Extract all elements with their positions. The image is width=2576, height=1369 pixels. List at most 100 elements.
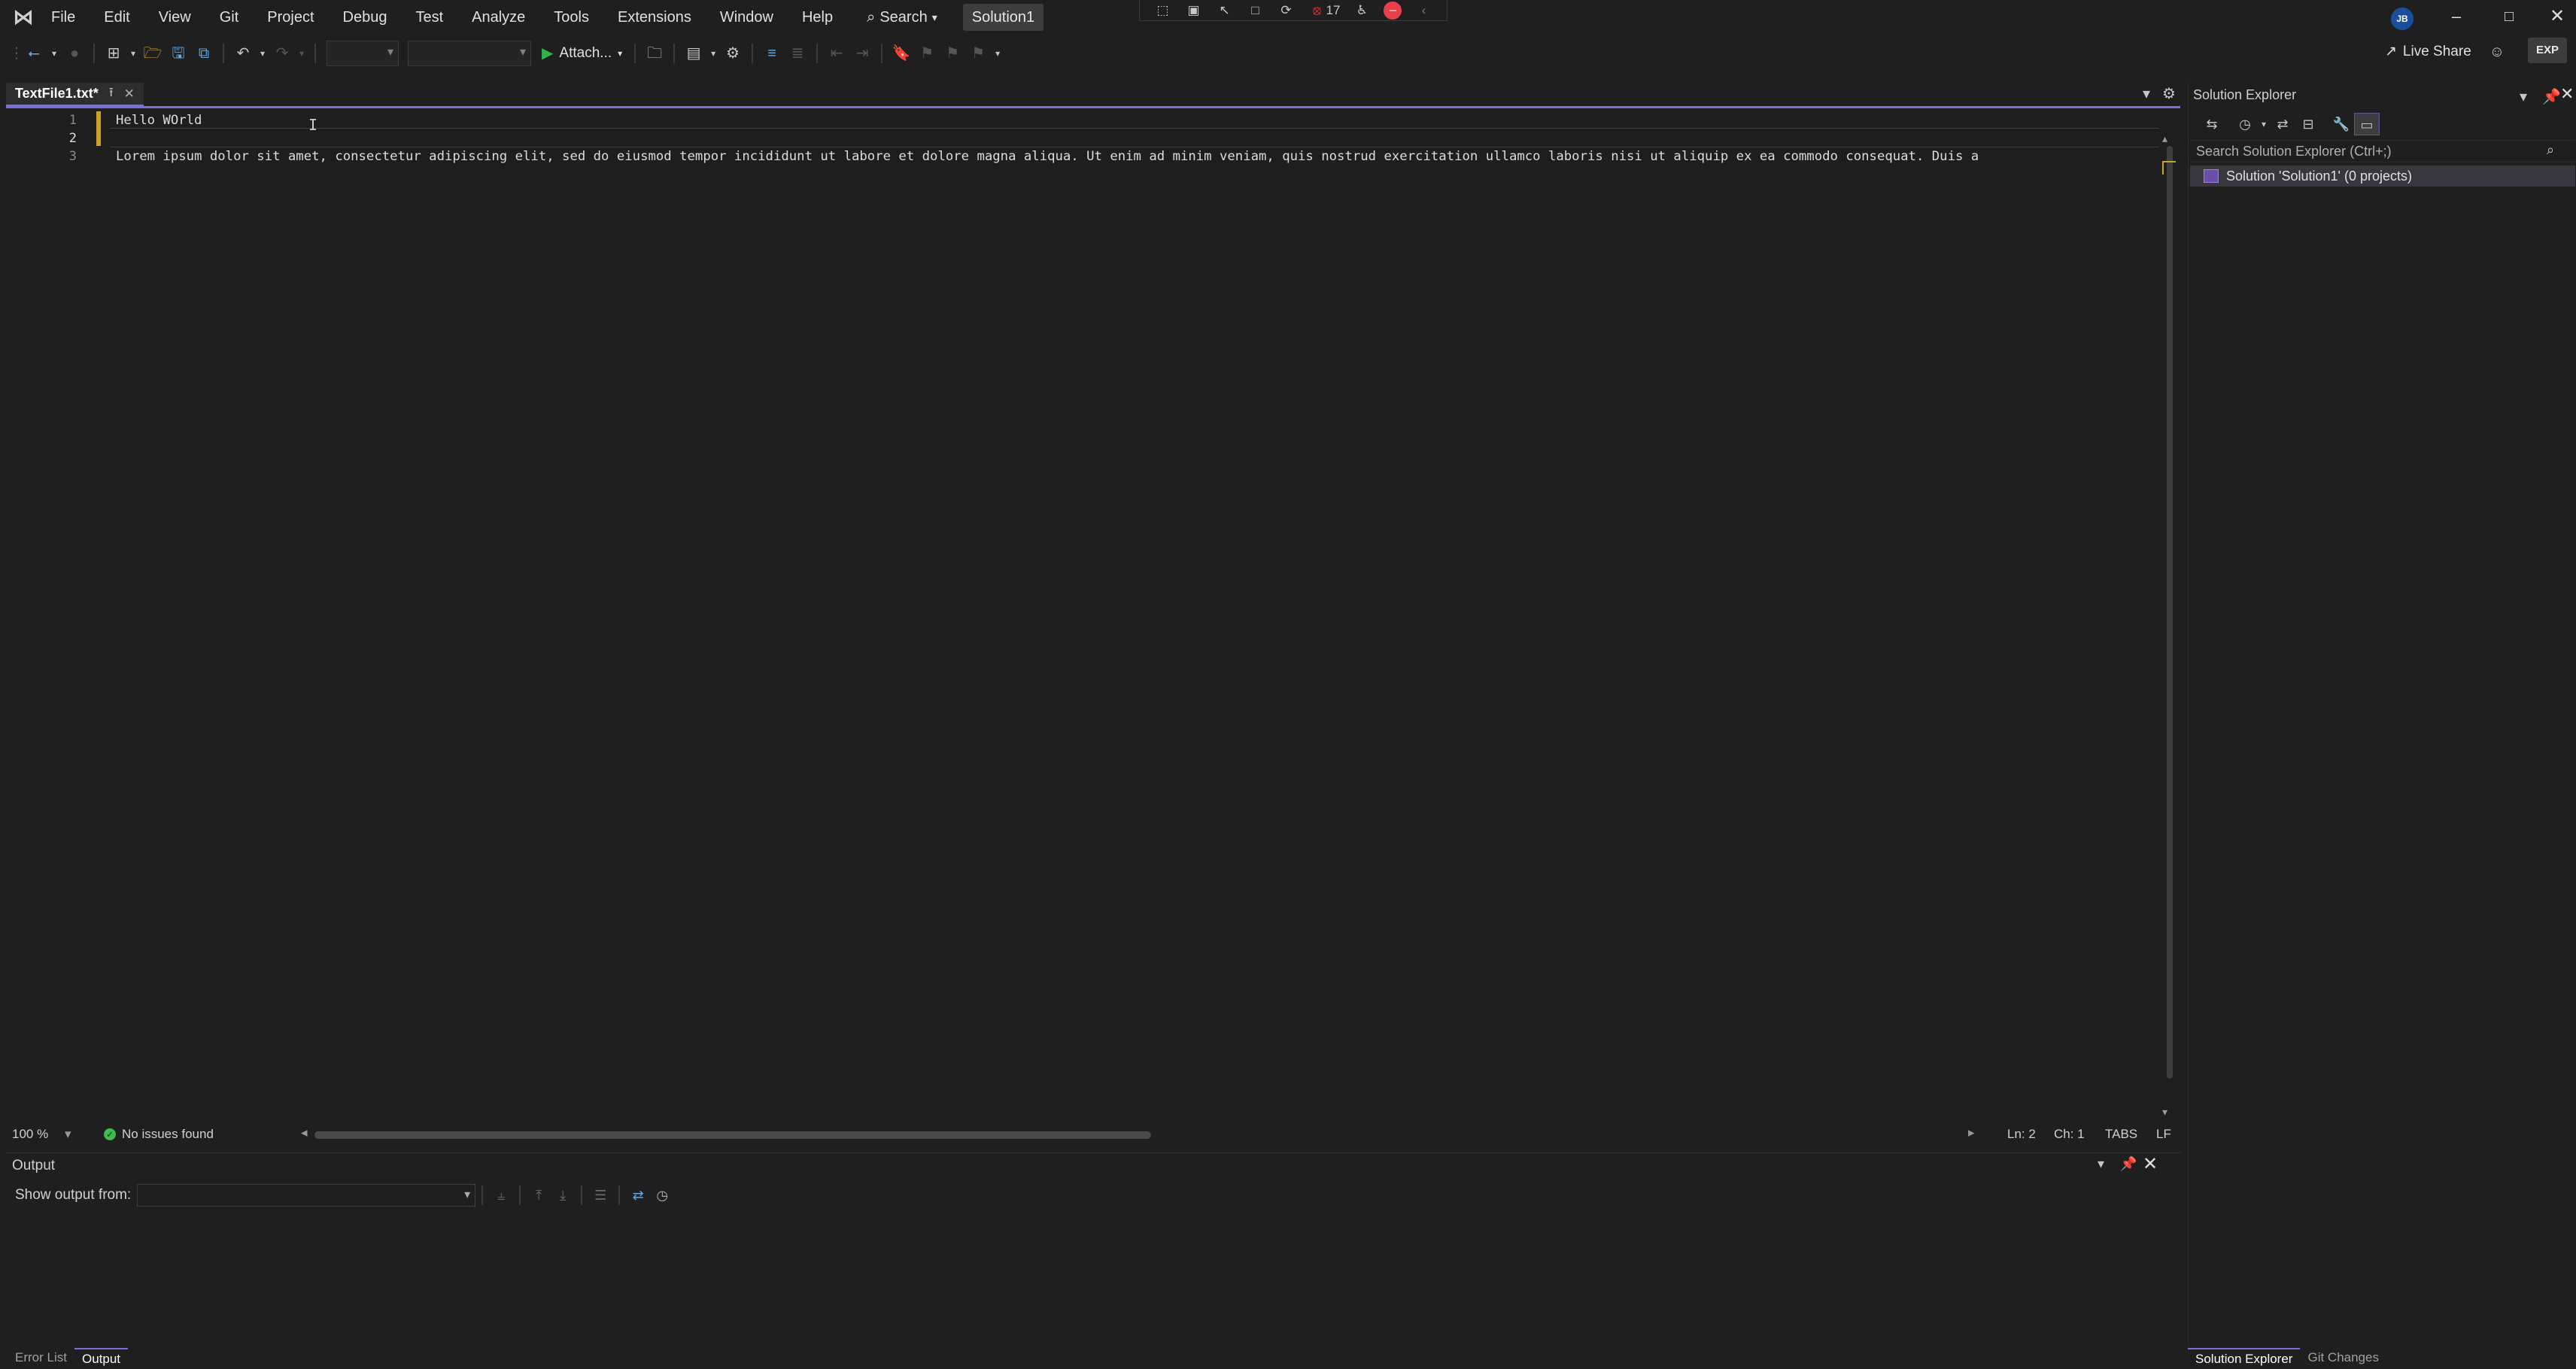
clear-all-icon[interactable]: ☰ bbox=[588, 1184, 612, 1207]
attach-button[interactable]: ▶ Attach... ▾ bbox=[536, 41, 628, 66]
search-icon[interactable]: ⌕ bbox=[2547, 142, 2554, 158]
column-indicator[interactable]: Ch: 1 bbox=[2054, 1127, 2085, 1142]
line-indicator[interactable]: Ln: 2 bbox=[2007, 1127, 2036, 1142]
line-ending-indicator[interactable]: LF bbox=[2156, 1127, 2171, 1142]
select-element-icon[interactable]: ⬚ bbox=[1154, 3, 1172, 18]
indent-icon[interactable]: ⇥ bbox=[849, 41, 875, 66]
solution-configuration-select[interactable] bbox=[327, 41, 399, 66]
menu-project[interactable]: Project bbox=[253, 0, 328, 35]
stop-icon[interactable]: – bbox=[1384, 1, 1402, 20]
feedback-icon[interactable]: ☺ bbox=[2484, 39, 2510, 65]
avatar[interactable]: JB bbox=[2391, 8, 2413, 30]
bookmark-icon[interactable]: 🔖 bbox=[889, 41, 914, 66]
collapse-all-icon[interactable]: ⊟ bbox=[2295, 113, 2321, 135]
tab-solution-explorer[interactable]: Solution Explorer bbox=[2188, 1348, 2301, 1367]
settings-sync-icon[interactable]: ⚙ bbox=[720, 41, 746, 66]
new-project-icon[interactable]: ⊞ bbox=[101, 41, 126, 66]
scrollbar-thumb[interactable] bbox=[2167, 146, 2173, 1079]
code-line[interactable]: Lorem ipsum dolor sit amet, consectetur … bbox=[116, 147, 2159, 165]
menu-help[interactable]: Help bbox=[788, 0, 847, 35]
tab-error-list[interactable]: Error List bbox=[6, 1348, 74, 1367]
properties-wrench-icon[interactable]: 🔧 bbox=[2328, 113, 2354, 135]
chevron-down-icon[interactable]: ▾ bbox=[706, 41, 720, 66]
window-position-icon[interactable]: ▾ bbox=[2098, 1156, 2104, 1172]
pin-icon[interactable]: ⭱ bbox=[109, 83, 114, 105]
record-video-icon[interactable]: ▣ bbox=[1185, 3, 1203, 18]
zoom-level[interactable]: 100 % bbox=[12, 1127, 48, 1142]
menu-edit[interactable]: Edit bbox=[90, 0, 144, 35]
solution-platform-select[interactable] bbox=[408, 41, 531, 66]
preview-selected-items-icon[interactable]: ▭ bbox=[2354, 113, 2380, 135]
close-tab-icon[interactable]: ✕ bbox=[124, 87, 135, 102]
chevron-down-icon[interactable]: ▾ bbox=[295, 41, 308, 66]
accessibility-icon[interactable]: ♿ bbox=[1353, 3, 1371, 18]
pin-icon[interactable]: 📌 bbox=[2542, 87, 2561, 106]
live-share-button[interactable]: ↗ Live Share bbox=[2385, 39, 2471, 65]
layout-icon[interactable]: ▤ bbox=[681, 41, 706, 66]
tree-item-solution[interactable]: Solution 'Solution1' (0 projects) bbox=[2190, 165, 2575, 187]
next-bookmark-icon[interactable]: ⚑ bbox=[940, 41, 965, 66]
solution-search-box[interactable]: ⌕ bbox=[2190, 140, 2575, 162]
hot-reload-icon[interactable]: ⟳ bbox=[1277, 3, 1296, 18]
tab-git-changes[interactable]: Git Changes bbox=[2300, 1348, 2386, 1367]
chevron-down-icon[interactable]: ▾ bbox=[65, 1127, 71, 1142]
clear-bookmarks-icon[interactable]: ⚑ bbox=[965, 41, 991, 66]
gear-icon[interactable]: ⚙ bbox=[2162, 84, 2176, 103]
scroll-down-icon[interactable]: ▾ bbox=[2162, 1106, 2167, 1119]
switch-views-icon[interactable]: ⇆ bbox=[2199, 113, 2225, 135]
tab-output[interactable]: Output bbox=[74, 1348, 129, 1367]
chevron-down-icon[interactable]: ▾ bbox=[256, 41, 269, 66]
indentation-indicator[interactable]: TABS bbox=[2105, 1127, 2137, 1142]
close-icon[interactable]: ✕ bbox=[2143, 1153, 2158, 1175]
menu-file[interactable]: File bbox=[45, 0, 90, 35]
vertical-scrollbar[interactable]: ▴ ▾ bbox=[2159, 108, 2177, 1124]
previous-bookmark-icon[interactable]: ⚑ bbox=[914, 41, 940, 66]
close-window-icon[interactable]: ✕ bbox=[2532, 0, 2576, 35]
navigate-back-icon[interactable]: ⭠ bbox=[21, 41, 47, 66]
output-source-select[interactable] bbox=[137, 1184, 476, 1207]
close-icon[interactable]: ✕ bbox=[2560, 84, 2574, 104]
window-position-icon[interactable]: ▾ bbox=[2520, 87, 2527, 106]
code-line[interactable] bbox=[116, 129, 2159, 147]
collapse-toolbar-icon[interactable]: ‹ bbox=[1414, 3, 1432, 18]
menu-extensions[interactable]: Extensions bbox=[603, 0, 706, 35]
previous-message-icon[interactable]: ⤒ bbox=[527, 1184, 551, 1207]
uncomment-icon[interactable]: ≣ bbox=[785, 41, 810, 66]
tab-textfile1[interactable]: TextFile1.txt* ⭱ ✕ bbox=[6, 83, 144, 107]
scroll-left-icon[interactable]: ◂ bbox=[301, 1125, 308, 1140]
chevron-down-icon[interactable]: ▾ bbox=[2258, 113, 2270, 135]
tab-list-dropdown-icon[interactable]: ▾ bbox=[2143, 84, 2150, 103]
menu-git[interactable]: Git bbox=[205, 0, 254, 35]
menu-debug[interactable]: Debug bbox=[329, 0, 402, 35]
next-message-icon[interactable]: ⤓ bbox=[551, 1184, 575, 1207]
outdent-icon[interactable]: ⇤ bbox=[824, 41, 849, 66]
navigate-forward-icon[interactable]: ● bbox=[62, 41, 87, 66]
text-editor[interactable]: 1 2 3 Hello WOrld Lorem ipsum dolor sit … bbox=[6, 108, 2180, 1124]
scroll-right-icon[interactable]: ▸ bbox=[1968, 1125, 1975, 1140]
save-icon[interactable]: 🖫 bbox=[166, 41, 191, 66]
word-wrap-icon[interactable]: ⇄ bbox=[626, 1184, 650, 1207]
undo-icon[interactable]: ↶ bbox=[230, 41, 256, 66]
frame-icon[interactable]: □ bbox=[1247, 3, 1265, 18]
issues-indicator[interactable]: ✓ No issues found bbox=[104, 1127, 214, 1142]
search-button[interactable]: ⌕ Search ▾ bbox=[858, 5, 946, 30]
menu-tools[interactable]: Tools bbox=[539, 0, 603, 35]
pointer-select-icon[interactable]: ↖ bbox=[1216, 3, 1234, 18]
code-line[interactable]: Hello WOrld bbox=[116, 111, 2159, 129]
save-all-icon[interactable]: ⧉ bbox=[191, 41, 217, 66]
sync-with-document-icon[interactable]: ⇄ bbox=[2270, 113, 2295, 135]
scroll-up-icon[interactable]: ▴ bbox=[2162, 132, 2167, 145]
open-file-icon[interactable]: 🗁 bbox=[140, 41, 166, 66]
menu-window[interactable]: Window bbox=[706, 0, 788, 35]
chevron-down-icon[interactable]: ▾ bbox=[126, 41, 140, 66]
solution-name-badge[interactable]: Solution1 bbox=[962, 4, 1044, 31]
search-input[interactable] bbox=[2195, 141, 2533, 162]
comment-icon[interactable]: ≡ bbox=[759, 41, 785, 66]
menu-test[interactable]: Test bbox=[401, 0, 457, 35]
pin-icon[interactable]: 📌 bbox=[2120, 1156, 2137, 1172]
find-message-icon[interactable]: ⫨ bbox=[489, 1184, 513, 1207]
horizontal-scrollbar-thumb[interactable] bbox=[314, 1131, 1151, 1139]
preview-badge[interactable]: EXP bbox=[2528, 38, 2567, 63]
menu-analyze[interactable]: Analyze bbox=[457, 0, 539, 35]
chevron-down-icon[interactable]: ▾ bbox=[47, 41, 62, 66]
